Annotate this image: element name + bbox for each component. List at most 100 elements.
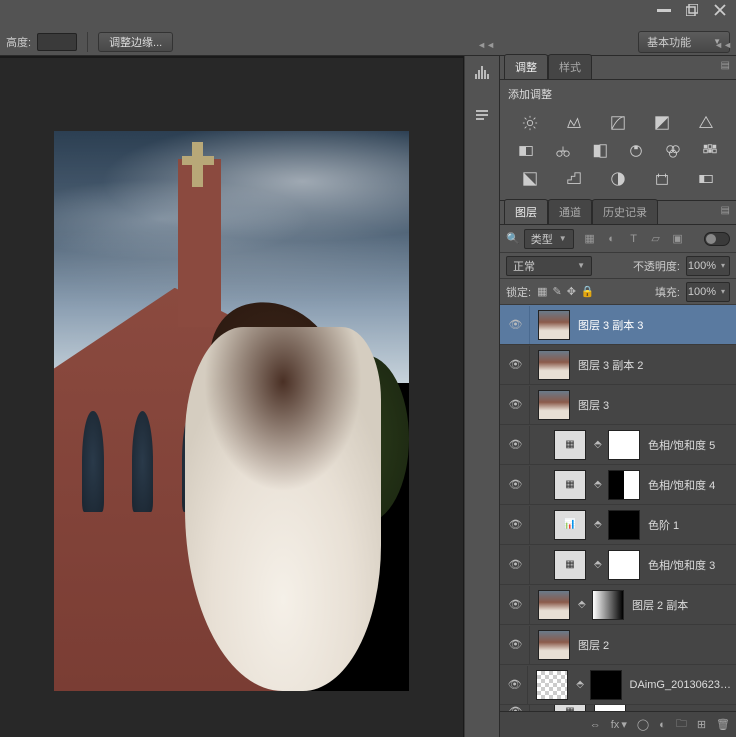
tab-layers[interactable]: 图层 (504, 199, 548, 224)
blend-mode-dropdown[interactable]: 正常▼ (506, 256, 592, 276)
levels-icon[interactable] (563, 113, 585, 133)
visibility-eye-icon[interactable]: 👁 (502, 626, 530, 664)
layer-thumb[interactable] (538, 310, 570, 340)
layer-mask-thumb[interactable] (594, 705, 626, 711)
add-adjustment-label: 添加调整 (508, 86, 728, 102)
hue-sat-icon[interactable] (515, 141, 537, 161)
layer-row[interactable]: 👁图层 2 (500, 625, 736, 665)
layer-thumb[interactable]: 📊 (554, 510, 586, 540)
layer-name-label: 色相/饱和度 3 (648, 557, 715, 573)
layer-thumb[interactable]: ▦ (554, 705, 586, 711)
fx-button[interactable]: fx▾ (611, 718, 627, 731)
photo-filter-icon[interactable] (625, 141, 647, 161)
filter-smart-icon[interactable]: ▣ (670, 231, 686, 247)
lock-all-icon[interactable]: 🔒 (581, 285, 595, 298)
filter-kind-dropdown[interactable]: 类型▼ (524, 229, 574, 249)
visibility-eye-icon[interactable]: 👁 (502, 506, 530, 544)
close-button[interactable] (706, 0, 734, 20)
histogram-panel-icon[interactable] (468, 60, 496, 84)
exposure-icon[interactable] (651, 113, 673, 133)
link-mask-icon[interactable]: ⬘ (594, 519, 604, 530)
refine-edge-button[interactable]: 调整边缘... (98, 32, 173, 52)
visibility-eye-icon[interactable]: 👁 (502, 306, 530, 344)
link-mask-icon[interactable]: ⬘ (578, 599, 588, 610)
layer-mask-thumb[interactable] (590, 670, 622, 700)
visibility-eye-icon[interactable]: 👁 (502, 386, 530, 424)
posterize-icon[interactable] (563, 169, 585, 189)
channel-mixer-icon[interactable] (662, 141, 684, 161)
layer-row[interactable]: 👁图层 3 (500, 385, 736, 425)
height-input[interactable] (37, 33, 77, 51)
layer-row[interactable]: 👁▦⬘色相/饱和度 4 (500, 465, 736, 505)
color-balance-icon[interactable] (552, 141, 574, 161)
opacity-input[interactable]: 100%▾ (686, 256, 730, 276)
visibility-eye-icon[interactable]: 👁 (502, 586, 530, 624)
visibility-eye-icon[interactable]: 👁 (502, 666, 528, 704)
new-group-icon[interactable]: 🗀 (676, 715, 687, 734)
layer-mask-thumb[interactable] (608, 550, 640, 580)
minimize-button[interactable] (650, 0, 678, 20)
layer-mask-thumb[interactable] (608, 430, 640, 460)
layer-mask-thumb[interactable] (608, 510, 640, 540)
layer-row[interactable]: 👁 ⬘ 图层 2 副本 (500, 585, 736, 625)
filter-pixel-icon[interactable]: ▦ (582, 231, 598, 247)
tab-styles[interactable]: 样式 (548, 54, 592, 79)
layer-mask-thumb[interactable] (592, 590, 624, 620)
layer-row[interactable]: 👁 ▦ ⬘ 色相/饱和度 3 (500, 545, 736, 585)
tab-channels[interactable]: 通道 (548, 199, 592, 224)
tab-history[interactable]: 历史记录 (592, 199, 658, 224)
link-mask-icon[interactable]: ⬘ (594, 439, 604, 450)
layer-mask-thumb[interactable] (608, 470, 640, 500)
layer-thumb[interactable] (538, 630, 570, 660)
layer-row[interactable]: 👁图层 3 副本 3 (500, 305, 736, 345)
layer-thumb[interactable] (538, 350, 570, 380)
color-lookup-icon[interactable] (699, 141, 721, 161)
layer-thumb[interactable] (538, 390, 570, 420)
visibility-eye-icon[interactable]: 👁 (502, 346, 530, 384)
invert-icon[interactable] (519, 169, 541, 189)
layer-row[interactable]: 👁⬘DAimG_2013062300... (500, 665, 736, 705)
lock-position-icon[interactable]: ✥ (567, 285, 576, 298)
filter-shape-icon[interactable]: ▱ (648, 231, 664, 247)
delete-layer-icon[interactable]: 🗑 (716, 718, 730, 731)
filter-type-icon[interactable]: T (626, 231, 642, 247)
paragraph-panel-icon[interactable] (468, 104, 496, 128)
curves-icon[interactable] (607, 113, 629, 133)
layer-name-label: 图层 2 副本 (632, 597, 688, 613)
layer-list[interactable]: 👁图层 3 副本 3👁图层 3 副本 2👁图层 3👁▦⬘色相/饱和度 5👁▦⬘色… (500, 305, 736, 711)
layer-row[interactable]: 👁图层 3 副本 2 (500, 345, 736, 385)
fill-label: 填充: (655, 284, 680, 300)
layer-thumb[interactable]: ▦ (554, 430, 586, 460)
selective-color-icon[interactable] (651, 169, 673, 189)
layer-thumb[interactable]: ▦ (554, 550, 586, 580)
canvas-area[interactable] (0, 56, 464, 737)
visibility-eye-icon[interactable]: 👁 (502, 426, 530, 464)
filter-adjust-icon[interactable]: ◐ (604, 231, 620, 247)
vibrance-icon[interactable] (695, 113, 717, 133)
panel-stack: 调整 样式 添加调整 (500, 56, 736, 737)
add-mask-icon[interactable]: ◯ (637, 718, 649, 731)
layer-thumb[interactable] (538, 590, 570, 620)
layer-thumb[interactable]: ▦ (554, 470, 586, 500)
visibility-eye-icon[interactable]: 👁 (502, 466, 530, 504)
new-layer-icon[interactable]: ⊞ (697, 718, 706, 731)
layer-row[interactable]: 👁📊⬘色阶 1 (500, 505, 736, 545)
layer-thumb[interactable] (536, 670, 568, 700)
filter-toggle[interactable] (704, 232, 730, 246)
link-mask-icon[interactable]: ⬘ (594, 559, 604, 570)
visibility-eye-icon[interactable]: 👁 (502, 546, 530, 584)
maximize-button[interactable] (678, 0, 706, 20)
tab-adjustments[interactable]: 调整 (504, 54, 548, 79)
gradient-map-icon[interactable] (695, 169, 717, 189)
bw-icon[interactable] (589, 141, 611, 161)
fill-input[interactable]: 100%▾ (686, 282, 730, 302)
new-adjustment-icon[interactable]: ◐ (659, 719, 666, 731)
lock-pixels-icon[interactable]: ✎ (552, 285, 561, 298)
link-mask-icon[interactable]: ⬘ (576, 679, 585, 690)
layer-row[interactable]: 👁▦⬘色相/饱和度 5 (500, 425, 736, 465)
lock-transparency-icon[interactable]: ▦ (537, 285, 547, 298)
threshold-icon[interactable] (607, 169, 629, 189)
brightness-icon[interactable] (519, 113, 541, 133)
link-layers-icon[interactable]: ⇔ (590, 719, 601, 731)
link-mask-icon[interactable]: ⬘ (594, 479, 604, 490)
